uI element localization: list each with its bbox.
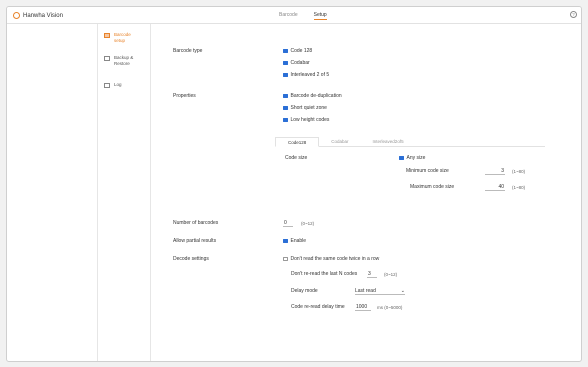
tab-code128[interactable]: Code128 xyxy=(275,137,320,147)
checkbox-icon xyxy=(283,93,288,99)
last-n-codes-range: (0~12) xyxy=(384,272,398,277)
sidebar-item-backup-restore[interactable]: Backup & Restore xyxy=(104,55,140,66)
max-code-size-range: (1~80) xyxy=(512,185,526,190)
checkbox-short-quiet-zone[interactable]: Short quiet zone xyxy=(283,105,327,111)
barcode-type-label: Barcode type xyxy=(173,48,203,54)
checkbox-label: Low height codes xyxy=(290,117,330,123)
delay-mode-value: Last read xyxy=(355,288,376,294)
checkbox-low-height[interactable]: Low height codes xyxy=(283,117,329,123)
checkbox-label: Enable xyxy=(290,238,307,244)
app-window: Hanwha Vision Barcode Setup ? Barcode se… xyxy=(6,6,582,362)
properties-label: Properties xyxy=(173,93,196,99)
min-code-size-range: (1~80) xyxy=(512,169,526,174)
min-code-size-input[interactable]: 3 xyxy=(485,168,505,175)
barcode-icon xyxy=(104,33,110,38)
last-n-codes-label: Don't re-read the last N codes xyxy=(291,271,358,277)
min-code-size-label: Minimum code size xyxy=(406,168,449,174)
decode-settings-label: Decode settings xyxy=(173,256,209,262)
checkbox-code128[interactable]: Code 128 xyxy=(283,48,312,54)
sidebar-item-label: Backup & Restore xyxy=(114,55,134,66)
max-code-size-input[interactable]: 40 xyxy=(485,184,505,191)
checkbox-interleaved[interactable]: Interleaved 2 of 5 xyxy=(283,72,329,78)
last-n-codes-input[interactable]: 3 xyxy=(367,271,377,278)
log-icon xyxy=(104,83,110,88)
delay-time-input[interactable]: 1000 xyxy=(355,304,371,311)
sidebar-item-label: Barcode setup xyxy=(114,32,131,43)
chevron-down-icon: ⌄ xyxy=(400,288,405,294)
hanwha-logo-icon xyxy=(13,12,20,19)
checkbox-label: Interleaved 2 of 5 xyxy=(290,72,330,78)
checkbox-icon xyxy=(283,48,288,54)
sidebar-item-log[interactable]: Log xyxy=(104,82,140,88)
checkbox-icon xyxy=(283,256,288,262)
top-bar: Hanwha Vision Barcode Setup ? xyxy=(7,7,581,24)
delay-mode-select[interactable]: Last read ⌄ xyxy=(355,288,405,295)
delay-time-label: Code re-read delay time xyxy=(291,304,345,310)
checkbox-label: Any size xyxy=(406,155,426,161)
tab-barcode[interactable]: Barcode xyxy=(279,12,298,20)
checkbox-no-repeat[interactable]: Don't read the same code twice in a row xyxy=(283,256,379,262)
checkbox-icon xyxy=(283,60,288,66)
tab-interleaved[interactable]: Interleaved2of5 xyxy=(361,137,416,147)
brand: Hanwha Vision xyxy=(13,12,63,19)
checkbox-deduplication[interactable]: Barcode de-duplication xyxy=(283,93,342,99)
checkbox-codabar[interactable]: Codabar xyxy=(283,60,310,66)
code-type-tabs: Code128 Codabar Interleaved2of5 xyxy=(275,137,545,147)
sidebar-item-label: Log xyxy=(114,82,122,87)
number-of-barcodes-input[interactable]: 0 xyxy=(283,220,293,227)
checkbox-label: Barcode de-duplication xyxy=(290,93,342,99)
checkbox-icon xyxy=(283,72,288,78)
checkbox-icon xyxy=(283,117,288,123)
checkbox-enable-partial[interactable]: Enable xyxy=(283,238,306,244)
delay-time-unit: ms (0~5000) xyxy=(377,305,403,310)
left-panel xyxy=(7,24,98,361)
checkbox-label: Codabar xyxy=(290,60,310,66)
checkbox-icon xyxy=(283,238,288,244)
checkbox-icon xyxy=(399,155,404,161)
code-size-label: Code size xyxy=(285,155,308,161)
help-icon[interactable]: ? xyxy=(570,11,577,18)
app-title: Hanwha Vision xyxy=(23,12,63,19)
number-of-barcodes-range: (0~12) xyxy=(301,221,315,226)
sidebar-item-barcode-setup[interactable]: Barcode setup xyxy=(104,32,140,43)
main-tabs: Barcode Setup xyxy=(279,12,327,20)
allow-partial-label: Allow partial results xyxy=(173,238,217,244)
checkbox-icon xyxy=(283,105,288,111)
checkbox-any-size[interactable]: Any size xyxy=(399,155,425,161)
checkbox-label: Short quiet zone xyxy=(290,105,327,111)
settings-nav: Barcode setup Backup & Restore Log xyxy=(98,24,151,361)
backup-icon xyxy=(104,56,110,61)
setup-content: Barcode type Code 128 Codabar Interleave… xyxy=(151,24,581,361)
max-code-size-label: Maximum code size xyxy=(410,184,455,190)
checkbox-label: Code 128 xyxy=(290,48,313,54)
tab-setup[interactable]: Setup xyxy=(313,12,327,20)
checkbox-label: Don't read the same code twice in a row xyxy=(290,256,380,262)
number-of-barcodes-label: Number of barcodes xyxy=(173,220,219,226)
tab-codabar[interactable]: Codabar xyxy=(319,137,360,147)
delay-mode-label: Delay mode xyxy=(291,288,318,294)
